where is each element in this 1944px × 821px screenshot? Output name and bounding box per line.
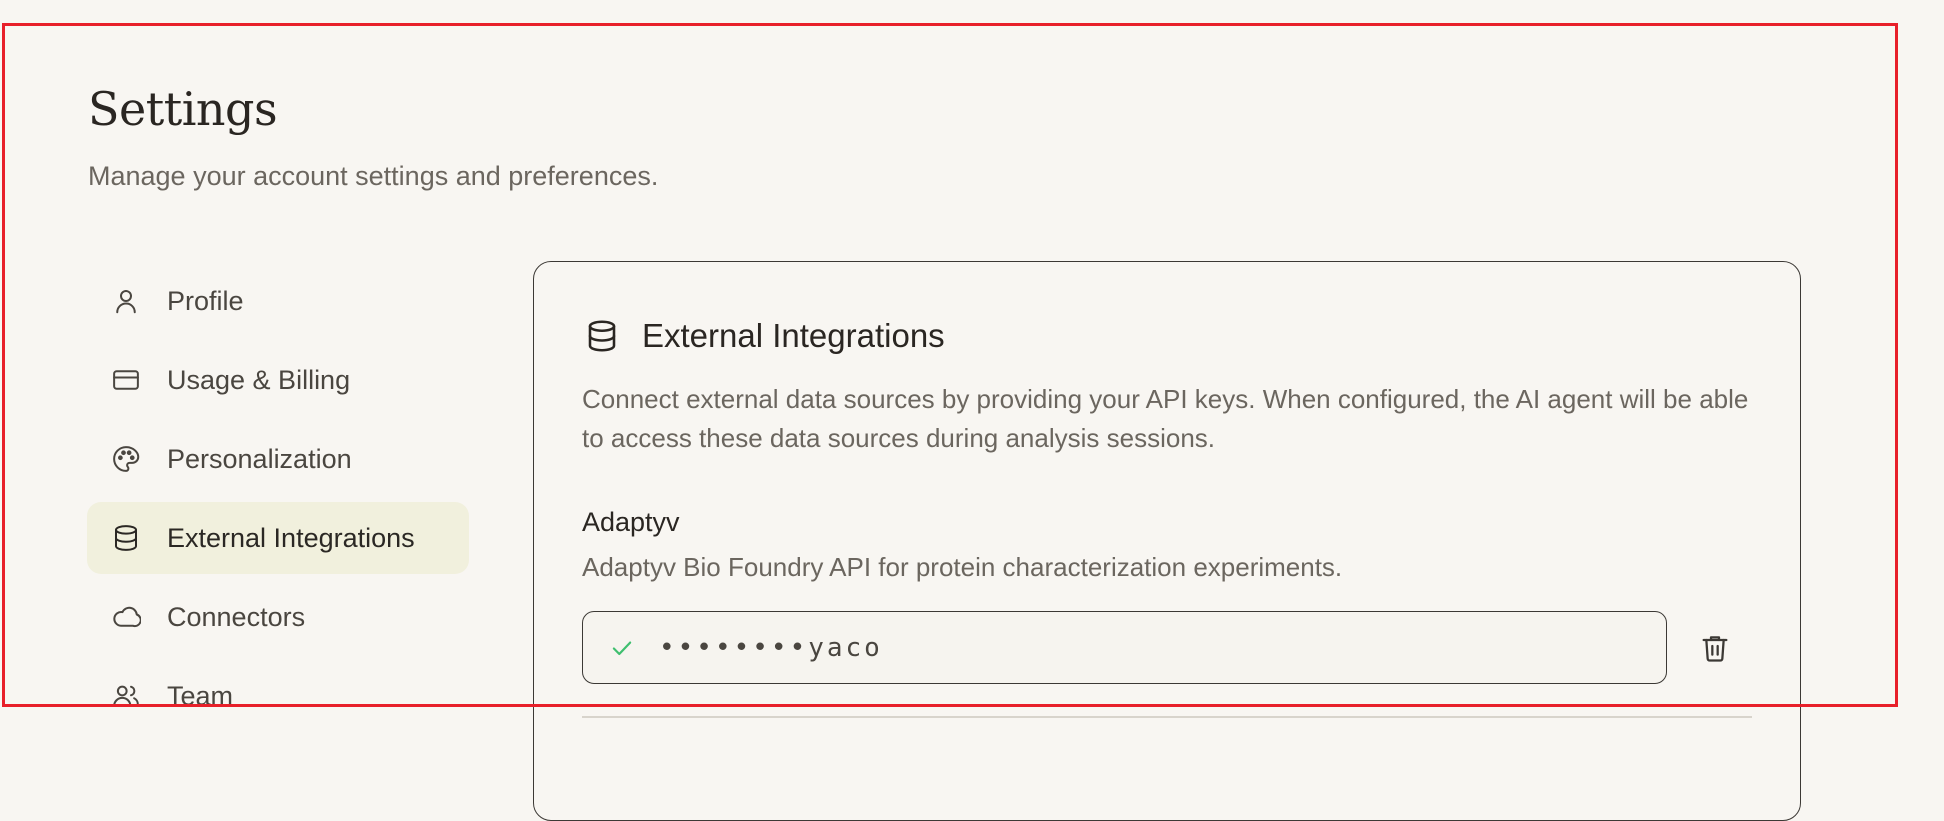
api-key-field[interactable]: ••••••••yaco xyxy=(582,611,1667,684)
page-title: Settings xyxy=(88,82,278,136)
sidebar-item-label: Personalization xyxy=(167,443,352,474)
sidebar-item-connectors[interactable]: Connectors xyxy=(87,581,469,653)
trash-icon xyxy=(1702,636,1728,662)
settings-sidebar: Profile Usage & Billing Personalization xyxy=(87,265,469,739)
palette-icon xyxy=(111,444,141,474)
integration-description: Adaptyv Bio Foundry API for protein char… xyxy=(582,552,1343,582)
sidebar-item-profile[interactable]: Profile xyxy=(87,265,469,337)
sidebar-item-label: Profile xyxy=(167,285,244,316)
panel-header: External Integrations xyxy=(584,317,945,355)
sidebar-item-external-integrations[interactable]: External Integrations xyxy=(87,502,469,574)
users-icon xyxy=(111,681,141,711)
sidebar-item-label: Connectors xyxy=(167,601,306,632)
page-subtitle: Manage your account settings and prefere… xyxy=(88,161,659,191)
sidebar-item-personalization[interactable]: Personalization xyxy=(87,423,469,495)
sidebar-item-team[interactable]: Team xyxy=(87,660,469,732)
sidebar-item-label: Usage & Billing xyxy=(167,364,351,395)
panel-title: External Integrations xyxy=(642,317,945,354)
integration-name: Adaptyv xyxy=(582,507,680,537)
database-icon xyxy=(584,318,620,354)
user-icon xyxy=(111,286,141,316)
database-icon xyxy=(111,523,141,553)
sidebar-item-label: External Integrations xyxy=(167,522,415,553)
cloud-icon xyxy=(111,602,141,632)
api-key-value: ••••••••yaco xyxy=(659,632,883,663)
integration-divider xyxy=(582,716,1752,718)
external-integrations-panel: External Integrations Connect external d… xyxy=(533,261,1801,821)
credit-card-icon xyxy=(111,365,141,395)
sidebar-item-label: Team xyxy=(167,680,234,711)
sidebar-item-usage-billing[interactable]: Usage & Billing xyxy=(87,344,469,416)
panel-description: Connect external data sources by providi… xyxy=(582,384,1749,453)
delete-key-button[interactable] xyxy=(1697,630,1733,666)
check-icon xyxy=(609,635,635,661)
